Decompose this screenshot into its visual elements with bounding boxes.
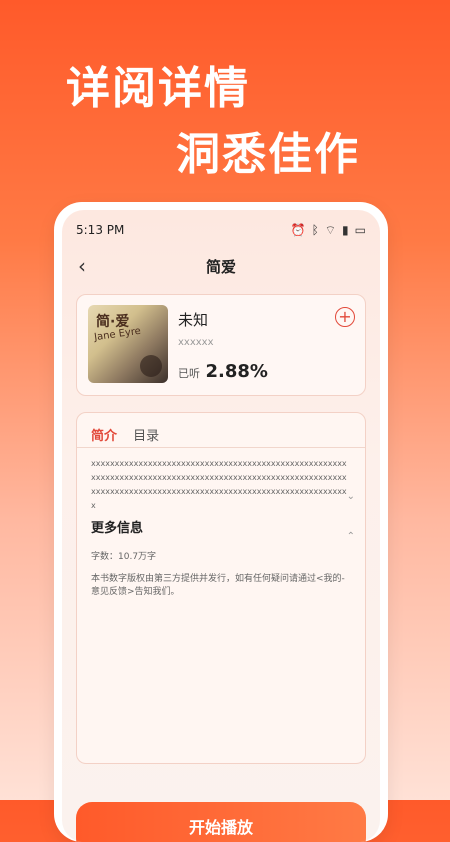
status-bar: 5:13 PM ⏰ ᛒ ⌔ ▮ ▭ bbox=[76, 223, 366, 239]
headline-line1: 详阅详情 bbox=[66, 63, 250, 114]
page-title: 简爱 bbox=[205, 258, 236, 276]
wifi-icon: ⌔ bbox=[324, 223, 337, 237]
book-name: 未知 bbox=[178, 311, 209, 329]
book-card[interactable]: 简·爱 Jane Eyre 未知 xxxxxx 已听 2.88% + bbox=[76, 294, 366, 396]
listen-label: 已听 bbox=[178, 367, 200, 380]
phone-frame: 5:13 PM ⏰ ᛒ ⌔ ▮ ▭ ‹ 简爱 简·爱 Jane Eyre 未知 … bbox=[54, 202, 388, 842]
copyright-notice: 本书数字版权由第三方提供并发行，如有任何疑问请通过<我的-意见反馈>告知我们。 bbox=[91, 574, 345, 597]
tab-divider bbox=[77, 447, 365, 448]
tab-intro[interactable]: 简介 bbox=[91, 425, 117, 444]
top-nav: ‹ 简爱 bbox=[62, 250, 380, 280]
cover-portrait-icon bbox=[140, 355, 162, 377]
more-info-title: 更多信息 bbox=[91, 521, 144, 536]
tab-catalog[interactable]: 目录 bbox=[133, 425, 159, 444]
signal-icon: ▮ bbox=[342, 223, 349, 237]
app-screen: 5:13 PM ⏰ ᛒ ⌔ ▮ ▭ ‹ 简爱 简·爱 Jane Eyre 未知 … bbox=[62, 210, 380, 842]
expand-chevron-icon[interactable]: ⌄ bbox=[347, 491, 355, 502]
battery-icon: ▭ bbox=[354, 223, 366, 237]
start-play-button[interactable]: 开始播放 bbox=[76, 802, 366, 842]
book-author: xxxxxx bbox=[178, 337, 214, 348]
detail-tabs: 简介 目录 bbox=[91, 425, 171, 444]
status-icons: ⏰ ᛒ ⌔ ▮ ▭ bbox=[291, 223, 366, 237]
detail-card: 简介 目录 xxxxxxxxxxxxxxxxxxxxxxxxxxxxxxxxxx… bbox=[76, 412, 366, 764]
collapse-chevron-icon[interactable]: ⌃ bbox=[347, 531, 355, 542]
listen-progress: 已听 2.88% bbox=[178, 361, 268, 382]
add-to-shelf-icon[interactable]: + bbox=[335, 307, 355, 327]
alarm-icon: ⏰ bbox=[290, 223, 306, 237]
headline-line2: 洞悉佳作 bbox=[176, 129, 360, 180]
word-count: 字数：10.7万字 bbox=[91, 552, 157, 562]
bluetooth-icon: ᛒ bbox=[311, 223, 319, 237]
book-description: xxxxxxxxxxxxxxxxxxxxxxxxxxxxxxxxxxxxxxxx… bbox=[91, 459, 347, 510]
status-time: 5:13 PM bbox=[76, 223, 125, 237]
listen-percent: 2.88% bbox=[205, 361, 268, 382]
book-cover[interactable]: 简·爱 Jane Eyre bbox=[88, 305, 168, 383]
